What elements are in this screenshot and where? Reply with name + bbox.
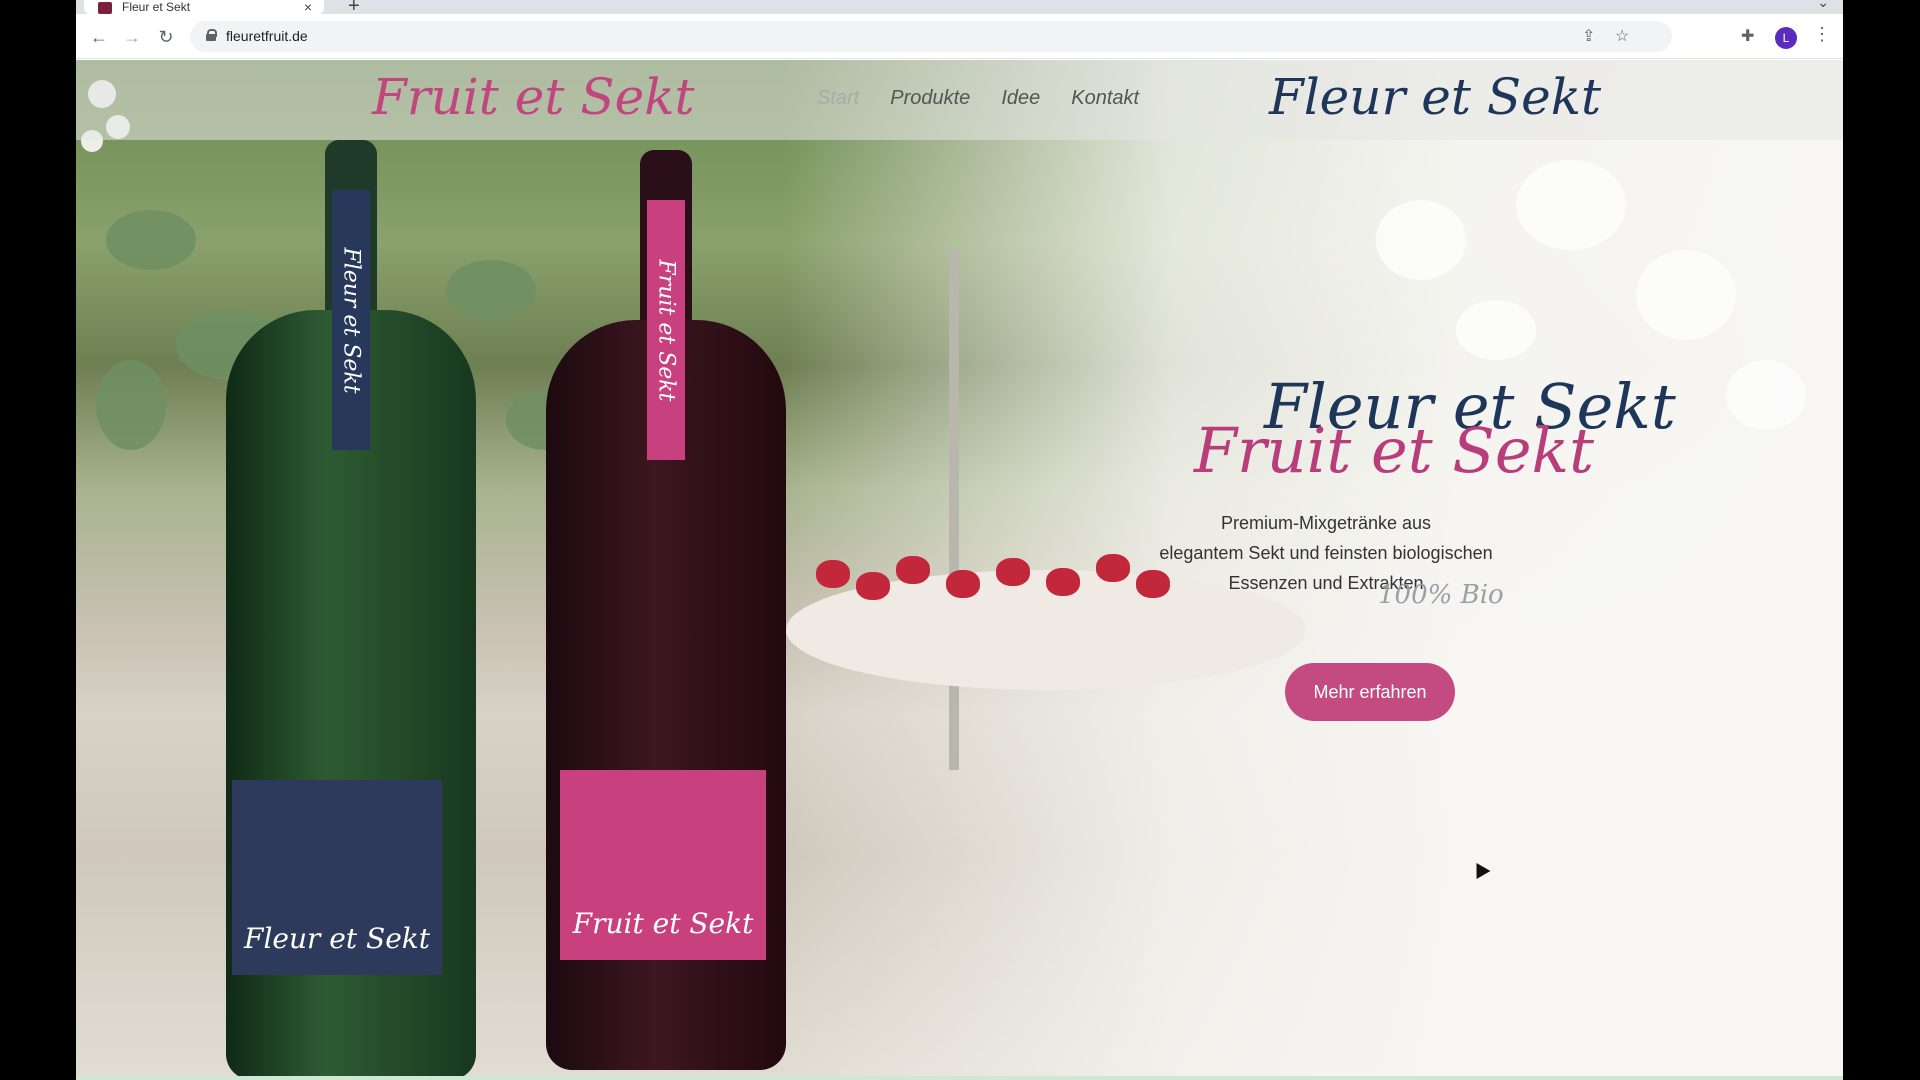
mehr-erfahren-button[interactable]: Mehr erfahren <box>1285 663 1455 721</box>
flower-decoration <box>1636 250 1736 340</box>
profile-avatar[interactable]: L <box>1775 27 1797 49</box>
favicon-icon <box>98 2 112 14</box>
mouse-cursor-icon <box>1469 858 1491 880</box>
star-icon[interactable]: ☆ <box>1615 26 1629 46</box>
cake-stand-pole <box>949 250 959 770</box>
browser-window: Fleur et Sekt × + ⌄ ← → ↻ fleuretfruit.d… <box>76 0 1843 1080</box>
flower-decoration <box>1456 300 1536 360</box>
flower-decoration <box>1376 200 1466 280</box>
nav-start[interactable]: Start <box>817 87 859 110</box>
browser-toolbar: ← → ↻ fleuretfruit.de ⇪ ☆ ✚ L ⋮ <box>76 14 1843 59</box>
bottle-label: Fleur et Sekt <box>232 780 442 975</box>
flower-decoration <box>1516 160 1626 250</box>
back-icon[interactable]: ← <box>86 24 112 50</box>
main-nav: Start Produkte Idee Kontakt <box>817 87 1139 110</box>
reload-icon[interactable]: ↻ <box>153 24 179 50</box>
bottle-fruit: Fruit et Sekt Fruit et Sekt <box>546 150 786 1070</box>
tab-strip: Fleur et Sekt × + ⌄ <box>76 0 1843 17</box>
flower-decoration <box>1726 360 1806 430</box>
bottle-fleur: Fleur et Sekt Fleur et Sekt <box>226 140 476 1080</box>
share-icon[interactable]: ⇪ <box>1582 26 1595 46</box>
hero-title-fruit: Fruit et Sekt <box>1194 414 1595 487</box>
forward-icon[interactable]: → <box>119 24 145 50</box>
site-header: Fruit et Sekt Start Produkte Idee Kontak… <box>76 60 1843 140</box>
address-bar[interactable]: fleuretfruit.de ⇪ ☆ <box>190 21 1672 52</box>
leaf-decoration <box>96 360 166 450</box>
url-text[interactable]: fleuretfruit.de <box>226 28 308 44</box>
close-tab-icon[interactable]: × <box>304 0 312 14</box>
bottle-tag: Fleur et Sekt <box>332 190 370 450</box>
leaf-decoration <box>106 210 196 270</box>
tab-title: Fleur et Sekt <box>122 0 191 14</box>
nav-idee[interactable]: Idee <box>1001 87 1040 110</box>
bottle-tag: Fruit et Sekt <box>647 200 685 460</box>
tab-search-icon[interactable]: ⌄ <box>1817 0 1829 11</box>
logo-fleur-et-sekt[interactable]: Fleur et Sekt <box>1269 68 1601 126</box>
bottom-strip <box>76 1076 1843 1080</box>
bottle-label: Fruit et Sekt <box>560 770 766 960</box>
nav-produkte[interactable]: Produkte <box>890 87 970 110</box>
bio-badge: 100% Bio <box>1378 580 1504 610</box>
kebab-menu-icon[interactable]: ⋮ <box>1813 24 1831 45</box>
browser-tab[interactable]: Fleur et Sekt × <box>84 0 324 14</box>
puzzle-icon[interactable]: ✚ <box>1741 26 1754 46</box>
lock-icon[interactable] <box>206 29 217 41</box>
page-viewport: Fleur et Sekt Fleur et Sekt Fruit et Sek… <box>76 60 1843 1080</box>
logo-fruit-et-sekt[interactable]: Fruit et Sekt <box>372 68 695 126</box>
nav-kontakt[interactable]: Kontakt <box>1071 87 1139 110</box>
